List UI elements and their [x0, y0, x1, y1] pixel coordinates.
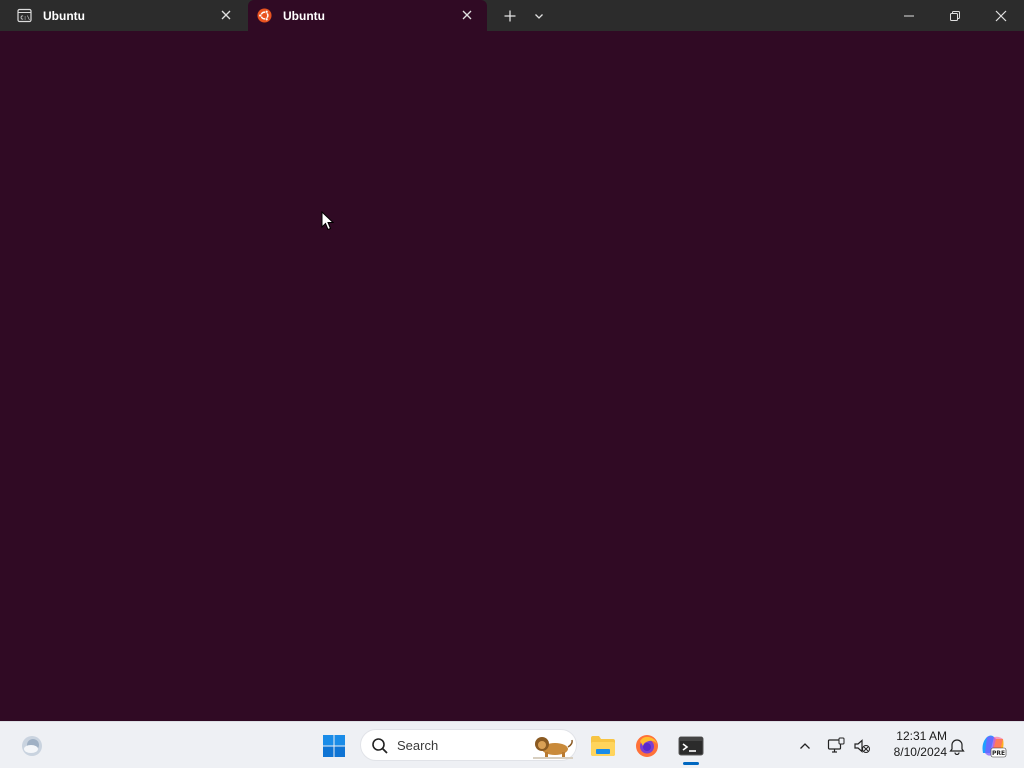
firefox-button[interactable]: [628, 722, 666, 768]
file-explorer-icon: [591, 735, 615, 756]
notification-bell-icon: [949, 738, 965, 755]
clock-time: 12:31 AM: [896, 729, 947, 743]
tab-label: Ubuntu: [283, 9, 325, 23]
close-tab-icon[interactable]: [218, 7, 234, 23]
copilot-button[interactable]: PRE: [976, 722, 1010, 768]
minimize-icon: [904, 15, 914, 16]
firefox-icon: [636, 734, 658, 757]
restore-icon: [950, 10, 960, 21]
copilot-badge-text: PRE: [992, 750, 1005, 757]
tab-ubuntu-active[interactable]: Ubuntu: [248, 0, 487, 31]
volume-button[interactable]: [851, 722, 873, 768]
chevron-down-icon: [535, 13, 543, 19]
active-app-indicator: [683, 762, 699, 765]
restore-button[interactable]: [932, 0, 978, 31]
console-icon: C:\: [17, 8, 32, 23]
tab-ubuntu-console[interactable]: C:\ Ubuntu: [0, 0, 246, 31]
chevron-up-icon: [800, 742, 810, 749]
new-tab-button[interactable]: [497, 0, 523, 31]
taskbar: Search 12:31 AM 8/10/2024 PRE: [0, 721, 1024, 768]
network-button[interactable]: [825, 722, 847, 768]
search-icon: [372, 738, 388, 754]
widgets-button[interactable]: [14, 722, 50, 768]
plus-icon: [504, 10, 516, 21]
ubuntu-logo-icon: [257, 8, 272, 23]
file-explorer-button[interactable]: [584, 722, 622, 768]
volume-muted-icon: [854, 738, 870, 753]
taskbar-search[interactable]: Search: [360, 729, 577, 761]
close-tab-icon[interactable]: [459, 7, 475, 23]
start-icon: [323, 734, 345, 757]
system-clock[interactable]: 12:31 AM 8/10/2024: [879, 728, 947, 760]
terminal-icon: [678, 736, 704, 755]
minimize-button[interactable]: [886, 0, 932, 31]
close-window-button[interactable]: [978, 0, 1024, 31]
search-placeholder: Search: [397, 738, 439, 753]
show-hidden-icons-button[interactable]: [793, 722, 817, 768]
widgets-weather-icon: [22, 735, 42, 756]
tab-dropdown-button[interactable]: [527, 0, 551, 31]
title-bar: C:\ Ubuntu Ubuntu: [0, 0, 1024, 31]
clock-date: 8/10/2024: [893, 745, 947, 759]
close-icon: [995, 10, 1007, 21]
tab-label: Ubuntu: [43, 9, 85, 23]
lion-search-highlight-icon: [533, 737, 573, 759]
svg-text:C:\: C:\: [20, 16, 31, 22]
notifications-button[interactable]: [946, 722, 968, 768]
mouse-pointer-icon: [321, 211, 335, 231]
terminal-pane[interactable]: [0, 31, 1024, 721]
start-button[interactable]: [316, 722, 352, 768]
network-icon: [827, 737, 845, 753]
copilot-icon: PRE: [982, 735, 1007, 757]
